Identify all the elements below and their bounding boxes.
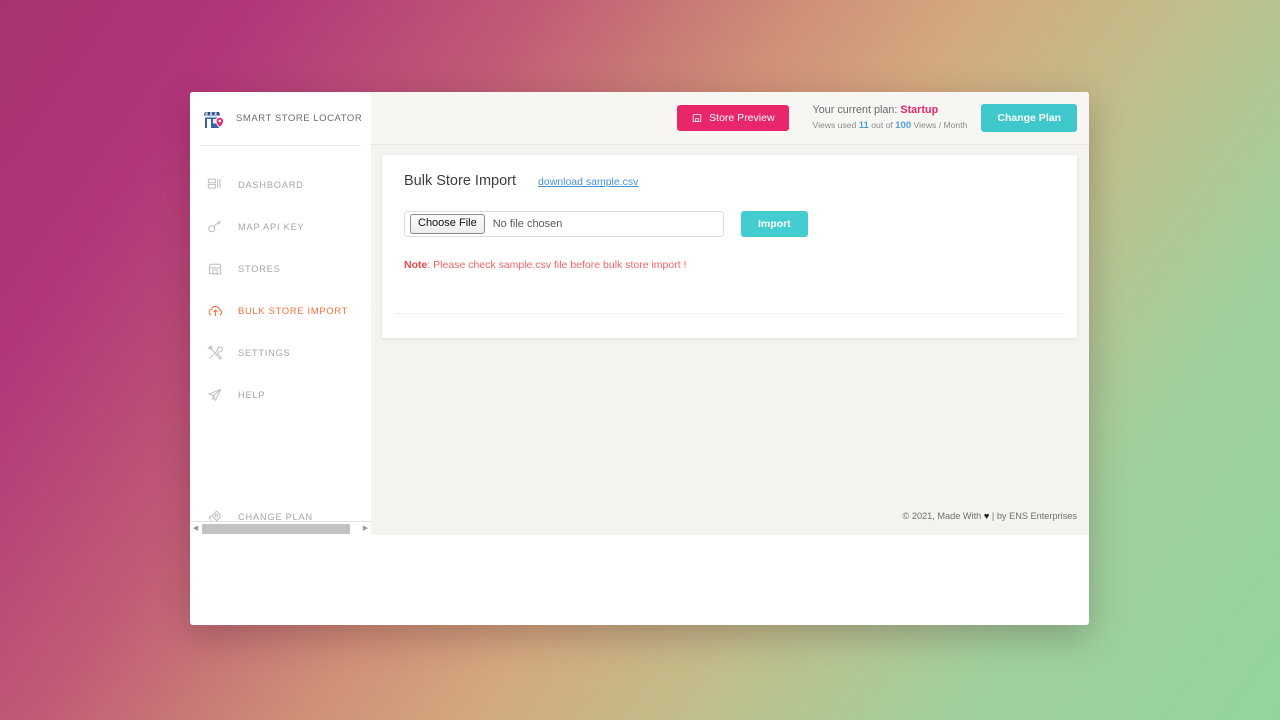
note-body: : Please check sample.csv file before bu… [427,259,687,271]
views-total-count: 100 [895,119,912,131]
import-form-row: Choose File No file chosen Import [404,211,1055,237]
page-title: Bulk Store Import [404,173,517,189]
footer-suffix: | by ENS Enterprises [989,511,1077,521]
footer: © 2021, Made With ♥ | by ENS Enterprises [903,511,1077,521]
card-header: Bulk Store Import download sample.csv [404,173,1055,189]
sidebar-item-label: SETTINGS [238,348,291,358]
sidebar-item-label: HELP [238,390,266,400]
sidebar-nav: DASHBOARD MAP API KEY STORES BULK STORE … [190,146,382,538]
store-icon [206,260,224,278]
bulk-import-card: Bulk Store Import download sample.csv Ch… [382,155,1077,338]
store-preview-label: Store Preview [709,112,775,124]
file-name-label: No file chosen [492,218,563,230]
sidebar-item-help[interactable]: HELP [190,374,371,416]
sidebar-item-label: MAP API KEY [238,222,305,232]
main-area: Store Preview Your current plan: Startup… [371,92,1089,535]
app-shell: SMART STORE LOCATOR DASHBOARD MAP API KE… [190,92,1089,535]
cloud-upload-icon [206,302,224,320]
key-icon [206,218,224,236]
note-label: Note [404,259,428,271]
plan-name: Startup [900,104,939,117]
paper-plane-icon [206,386,224,404]
store-pin-logo-icon [202,107,226,131]
sidebar-item-label: DASHBOARD [238,180,304,190]
card-divider [394,313,1065,314]
choose-file-button[interactable]: Choose File [410,214,485,234]
topbar: Store Preview Your current plan: Startup… [371,92,1089,145]
tools-icon [206,344,224,362]
views-used-prefix: Views used [812,119,859,130]
scrollbar-track[interactable] [201,522,360,535]
change-plan-button[interactable]: Change Plan [981,104,1077,132]
sidebar-item-label: STORES [238,264,281,274]
plan-info: Your current plan: Startup Views used 11… [813,103,968,133]
sidebar-item-stores[interactable]: STORES [190,248,371,290]
sidebar-item-settings[interactable]: SETTINGS [190,332,371,374]
views-suffix: Views / Month [911,119,968,130]
dashboard-icon [206,176,224,194]
brand-name: SMART STORE LOCATOR [236,113,363,124]
sidebar-horizontal-scrollbar[interactable]: ◀ ▶ [190,521,371,535]
file-input[interactable]: Choose File No file chosen [404,211,724,237]
sidebar-item-bulk-store-import[interactable]: BULK STORE IMPORT [190,290,382,332]
store-preview-button[interactable]: Store Preview [677,105,789,131]
download-sample-csv-link[interactable]: download sample.csv [538,176,638,188]
scrollbar-thumb[interactable] [202,523,350,534]
brand[interactable]: SMART STORE LOCATOR [190,92,371,145]
import-button[interactable]: Import [741,211,808,237]
sidebar-item-label: BULK STORE IMPORT [238,306,349,316]
views-used-line: Views used 11 out of 100 Views / Month [813,119,968,133]
content-area: Bulk Store Import download sample.csv Ch… [371,145,1089,535]
scroll-right-arrow-icon[interactable]: ▶ [360,525,371,532]
sidebar: SMART STORE LOCATOR DASHBOARD MAP API KE… [190,92,382,538]
scroll-left-arrow-icon[interactable]: ◀ [190,525,201,532]
views-used-count: 11 [858,119,869,131]
store-icon [691,112,703,124]
footer-prefix: © 2021, Made With [902,511,984,521]
views-mid: out of [868,119,896,130]
note-text: Note: Please check sample.csv file befor… [404,259,1055,271]
plan-prefix: Your current plan: [812,104,901,117]
sidebar-item-map-api-key[interactable]: MAP API KEY [190,206,371,248]
sidebar-item-dashboard[interactable]: DASHBOARD [190,164,371,206]
current-plan-line: Your current plan: Startup [813,103,968,119]
browser-window: SMART STORE LOCATOR DASHBOARD MAP API KE… [190,92,1089,625]
